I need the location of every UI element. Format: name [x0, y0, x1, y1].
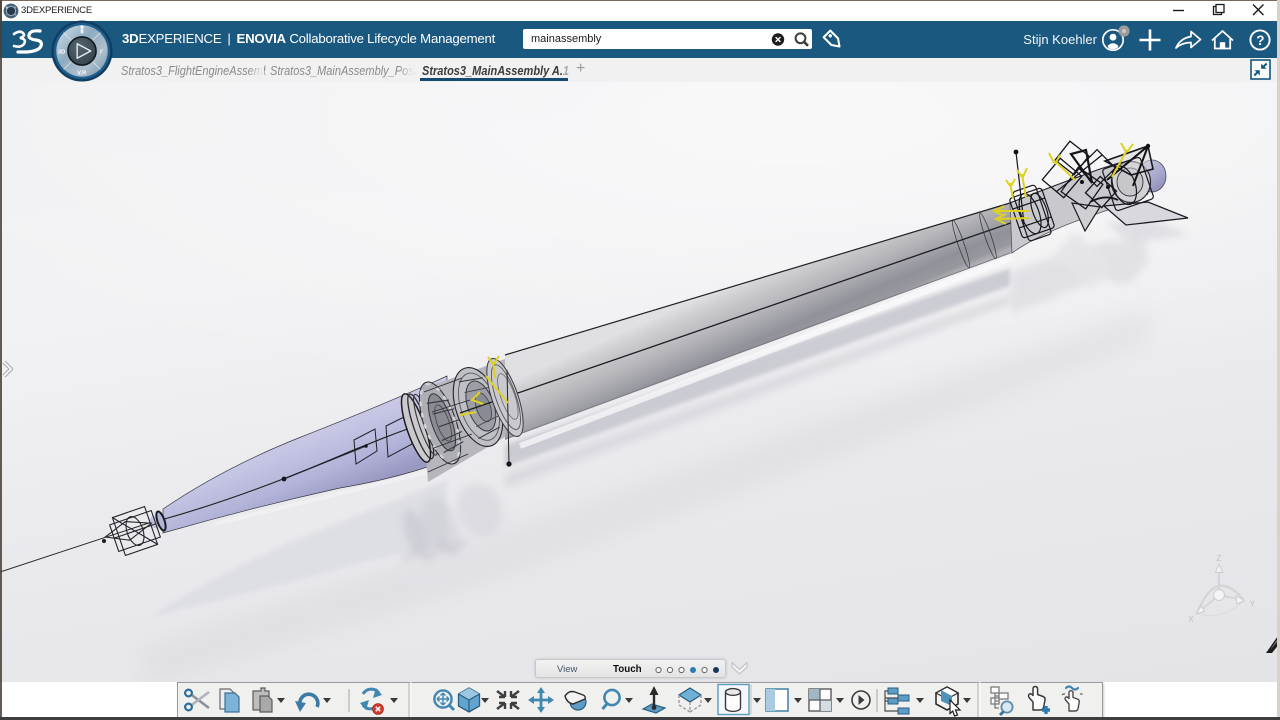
svg-text:?: ? [1256, 33, 1264, 48]
svg-text:X: X [1188, 615, 1194, 624]
svg-text:Z: Z [1216, 554, 1221, 563]
svg-text:3D: 3D [58, 49, 65, 55]
svg-text:V,R: V,R [77, 70, 87, 76]
svg-text:Y: Y [1250, 600, 1256, 609]
